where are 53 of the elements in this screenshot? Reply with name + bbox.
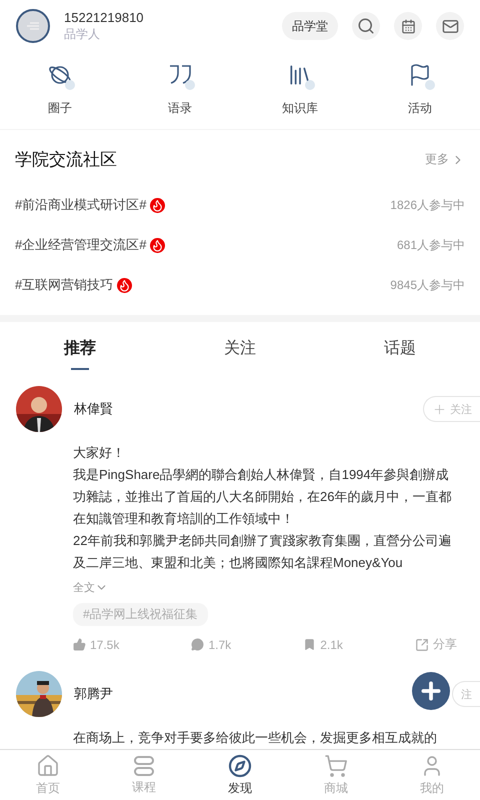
phone-number: 15221219810 xyxy=(64,10,145,24)
comment-button[interactable]: 1.7k xyxy=(191,636,232,653)
follow-button[interactable]: 注 xyxy=(452,681,480,707)
feed-tab[interactable]: 关注 xyxy=(160,322,320,374)
topic-link[interactable]: #互联网营销技巧 xyxy=(15,276,132,294)
cart-icon xyxy=(324,754,348,778)
user-role: 品学人 xyxy=(64,26,101,42)
topic-link[interactable]: #前沿商业模式研讨区# xyxy=(15,196,166,214)
brand-button[interactable]: 品学堂 xyxy=(282,12,338,40)
nav-tab[interactable]: 商城 xyxy=(288,750,384,800)
bookmark-icon xyxy=(303,638,316,651)
search-icon xyxy=(357,17,375,35)
shortcut-button[interactable]: 圈子 xyxy=(0,60,120,117)
mail-icon xyxy=(442,18,458,34)
nav-tab[interactable]: 发现 xyxy=(192,750,288,800)
post-text: 大家好！ xyxy=(73,444,126,462)
compass-icon xyxy=(228,754,252,778)
avatar xyxy=(16,9,50,43)
share-button[interactable]: 分享 xyxy=(414,636,457,653)
post-text: 我是PingShare品學網的聯合創始人林偉賢，自1994年參與創辦成功雜誌，並推出了首屆的八大名師開始，在26年的歲月中，一直都在知識管理和教育培訓的工作領域中！ xyxy=(73,466,452,528)
nav-tab[interactable]: 首页 xyxy=(0,750,96,800)
shortcut-button[interactable]: 语录 xyxy=(120,60,240,117)
nav-tab[interactable]: 我的 xyxy=(384,750,480,800)
thumbs-up-icon xyxy=(73,638,86,651)
speech-bubble-icon xyxy=(191,638,204,651)
mail-button[interactable] xyxy=(436,12,464,40)
topic-link[interactable]: #企业经营管理交流区# xyxy=(15,236,166,254)
shortcut-button[interactable]: 知识库 xyxy=(240,60,360,117)
like-button[interactable]: 17.5k xyxy=(73,636,120,653)
shortcut-button[interactable]: 活动 xyxy=(360,60,480,117)
course-icon xyxy=(133,754,155,776)
bookmark-button[interactable]: 2.1k xyxy=(303,636,343,653)
feed-tab[interactable]: 话题 xyxy=(320,322,480,374)
participant-count: 681人参与中 xyxy=(396,236,465,254)
author-name: 郭腾尹 xyxy=(74,685,113,703)
search-button[interactable] xyxy=(352,12,380,40)
expand-link[interactable]: 全文 xyxy=(73,580,108,595)
participant-count: 9845人参与中 xyxy=(390,276,465,294)
calendar-button[interactable] xyxy=(394,12,422,40)
nav-tab[interactable]: 课程 xyxy=(96,750,192,800)
post-text: 在商场上，竞争对手要多给彼此一些机会，发掘更多相互成就的 xyxy=(73,729,438,747)
topic-tag[interactable]: #品学网上线祝福征集 xyxy=(73,603,208,626)
home-icon xyxy=(36,754,60,778)
section-title: 学院交流社区 xyxy=(15,149,117,171)
share-icon xyxy=(414,638,429,652)
follow-button[interactable]: 关注 xyxy=(423,396,480,422)
post-text: 22年前我和郭騰尹老師共同創辦了實踐家教育集團，直營分公司遍及二岸三地、東盟和北美；也將國際知名課程Money&You xyxy=(73,532,452,572)
participant-count: 1826人参与中 xyxy=(390,196,465,214)
more-link[interactable]: 更多 xyxy=(425,151,465,168)
calendar-icon xyxy=(400,18,416,34)
author-name: 林偉賢 xyxy=(74,400,113,418)
add-button[interactable] xyxy=(412,672,450,710)
feed-tab[interactable]: 推荐 xyxy=(0,322,160,374)
